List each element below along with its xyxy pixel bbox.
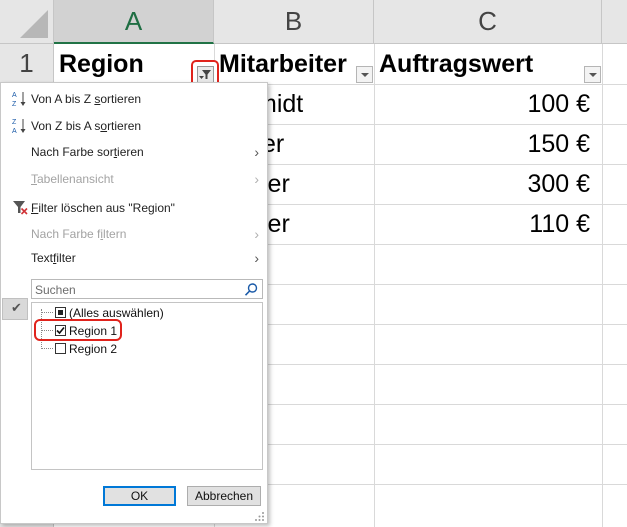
gridline (374, 44, 375, 527)
filter-by-color-item: Nach Farbe filtern › (31, 226, 259, 242)
cell-c2[interactable]: 100 € (380, 84, 590, 124)
select-all-triangle-icon (20, 10, 48, 38)
cancel-button[interactable]: Abbrechen (187, 486, 261, 506)
column-header-c[interactable]: C (374, 0, 602, 44)
filter-applied-indicator: ✔ (2, 298, 28, 320)
list-item-region-2[interactable]: Region 2 (32, 340, 262, 358)
submenu-arrow-icon: › (254, 144, 259, 160)
sort-descending-icon: Z A (11, 117, 31, 135)
svg-text:Z: Z (12, 101, 17, 108)
filter-value-list: (Alles auswählen) Region 1 Region 2 (31, 302, 263, 470)
header-cell-mitarbeiter[interactable]: Mitarbeiter (214, 44, 359, 84)
sort-ascending-icon: A Z (11, 90, 31, 108)
column-header-d[interactable] (602, 0, 627, 44)
cell-c4[interactable]: 300 € (380, 164, 590, 204)
header-cell-auftragswert[interactable]: Auftragswert (374, 44, 584, 84)
auftragswert-filter-button[interactable] (584, 66, 601, 83)
clear-filter-item[interactable]: Filter löschen aus "Region" (1, 196, 267, 220)
highlight-annotation (34, 319, 122, 341)
cell-c5[interactable]: 110 € (380, 204, 590, 244)
submenu-arrow-icon: › (254, 171, 259, 187)
sort-a-to-z-item[interactable]: A Z Von A bis Z sortieren (1, 87, 267, 111)
column-header-a[interactable]: A (54, 0, 214, 44)
gridline (602, 44, 603, 527)
filter-search-input[interactable]: Suchen (31, 279, 263, 299)
text-filter-item[interactable]: Textfilter › (1, 246, 267, 270)
row-header-1[interactable]: 1 (0, 44, 54, 84)
cell-c3[interactable]: 150 € (380, 124, 590, 164)
indeterminate-mark (58, 310, 63, 315)
clear-filter-icon (11, 199, 31, 217)
select-all-corner[interactable] (0, 0, 54, 44)
sort-z-to-a-item[interactable]: Z A Von Z bis A sortieren (1, 114, 267, 138)
submenu-arrow-icon: › (254, 226, 259, 242)
region-2-checkbox[interactable] (55, 343, 66, 354)
checkmark-icon: ✔ (11, 300, 22, 315)
svg-text:A: A (12, 92, 17, 99)
select-all-checkbox[interactable] (55, 307, 66, 318)
header-cell-region[interactable]: Region (54, 44, 194, 84)
svg-text:A: A (12, 128, 17, 135)
table-view-item: Tabellenansicht › (31, 171, 259, 187)
mitarbeiter-filter-button[interactable] (356, 66, 373, 83)
ok-button[interactable]: OK (103, 486, 176, 506)
column-header-b[interactable]: B (214, 0, 374, 44)
resize-grip-icon[interactable] (255, 511, 265, 521)
svg-text:Z: Z (12, 119, 17, 126)
sort-by-color-item[interactable]: Nach Farbe sortieren › (1, 140, 267, 164)
autofilter-menu: A Z Von A bis Z sortieren Z A Von Z bis … (0, 82, 268, 524)
filter-active-icon (197, 66, 214, 83)
search-icon (243, 282, 259, 298)
submenu-arrow-icon: › (254, 250, 259, 266)
